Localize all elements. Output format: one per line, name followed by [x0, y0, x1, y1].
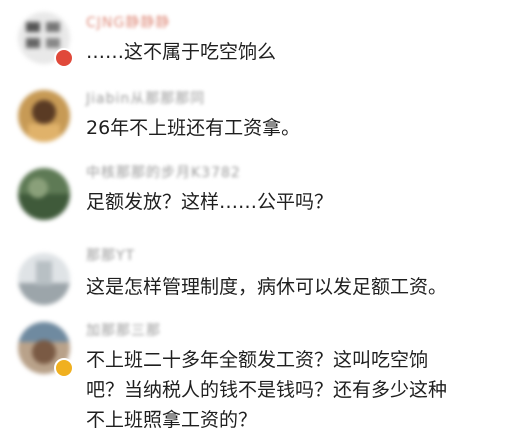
comment-author-name[interactable]: 那那YT	[86, 245, 135, 265]
comment-text: 足额发放？这样……公平吗？	[86, 191, 334, 213]
comment-text-line-1: 不上班二十多年全额发工资？这叫吃空饷	[86, 349, 429, 371]
comment-1: CJNG静静静 ……这不属于吃空饷么	[0, 0, 512, 80]
comment-author-name[interactable]: 中核那那的步月K3782	[86, 162, 241, 182]
verified-badge-icon	[54, 358, 74, 378]
comment-3: 中核那那的步月K3782 足额发放？这样……公平吗？	[0, 160, 512, 240]
comment-text: 这是怎样管理制度，病休可以发足额工资。	[86, 276, 448, 298]
comment-2: Jiabin从那那那同 26年不上班还有工资拿。	[0, 80, 512, 160]
avatar[interactable]	[18, 253, 70, 305]
comment-text: 26年不上班还有工资拿。	[86, 117, 301, 139]
comment-author-name[interactable]: CJNG静静静	[86, 12, 170, 32]
comment-text-line-3: 不上班照拿工资的？	[86, 409, 258, 431]
verified-badge-icon	[54, 48, 74, 68]
comment-author-name[interactable]: Jiabin从那那那同	[86, 88, 205, 108]
comment-5: 加那那三那 不上班二十多年全额发工资？这叫吃空饷 吧？当纳税人的钱不是钱吗？还有…	[0, 320, 512, 439]
comment-text-line-2: 吧？当纳税人的钱不是钱吗？还有多少这种	[86, 379, 448, 401]
comment-text: ……这不属于吃空饷么	[86, 41, 277, 63]
comment-author-name[interactable]: 加那那三那	[86, 320, 161, 340]
avatar[interactable]	[18, 90, 70, 142]
comment-4: 那那YT 这是怎样管理制度，病休可以发足额工资。	[0, 243, 512, 313]
avatar[interactable]	[18, 168, 70, 220]
